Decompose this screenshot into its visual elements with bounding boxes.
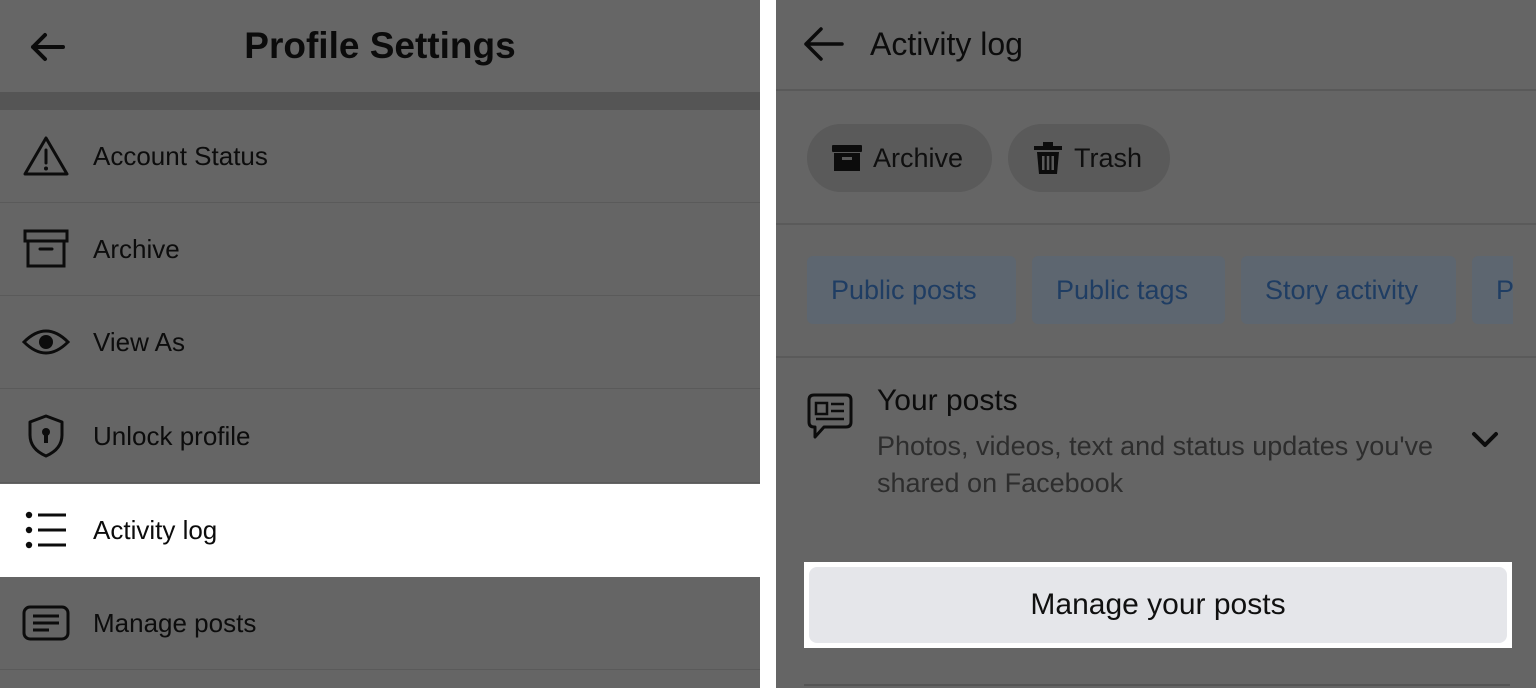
activity-log-header: Activity log: [776, 0, 1536, 91]
menu-item-label: Archive: [93, 234, 180, 264]
chevron-down-icon[interactable]: [1470, 428, 1500, 452]
profile-settings-header: Profile Settings: [0, 0, 760, 92]
divider: [804, 684, 1510, 686]
archive-box-icon: [20, 225, 72, 273]
eye-icon: [20, 318, 72, 366]
menu-item-label: Activity log: [93, 515, 218, 545]
chip-public-posts[interactable]: Public posts: [807, 256, 1016, 324]
page-title: Profile Settings: [244, 25, 516, 66]
menu-item-view-as[interactable]: View As: [0, 296, 760, 389]
activity-log-panel: Activity log Archive Trash Public posts …: [776, 0, 1536, 688]
manage-your-posts-button[interactable]: Manage your posts: [809, 567, 1507, 643]
your-posts-description: Photos, videos, text and status updates …: [877, 431, 1434, 498]
your-posts-title: Your posts: [877, 384, 1018, 417]
chip-story-activity[interactable]: Story activity: [1241, 256, 1456, 324]
message-box-icon: [20, 599, 72, 647]
menu-item-account-status[interactable]: Account Status: [0, 110, 760, 203]
menu-item-label: Manage posts: [93, 608, 257, 638]
page-title: Activity log: [870, 26, 1023, 62]
chip-public-tags[interactable]: Public tags: [1032, 256, 1225, 324]
trash-pill-button[interactable]: Trash: [1008, 124, 1170, 192]
archive-pill-label: Archive: [873, 142, 964, 173]
chip-partial[interactable]: P: [1472, 256, 1513, 324]
back-button[interactable]: [798, 20, 848, 68]
profile-settings-panel: Profile Settings Account Status Archive: [0, 0, 760, 688]
section-separator: [0, 92, 760, 110]
list-icon: [20, 506, 72, 554]
menu-item-activity-log[interactable]: Activity log: [0, 484, 760, 577]
menu-item-label: Account Status: [93, 141, 268, 171]
menu-item-archive[interactable]: Archive: [0, 203, 760, 296]
warning-triangle-icon: [20, 132, 72, 180]
speech-bubble-icon: [807, 393, 853, 439]
trash-pill-label: Trash: [1074, 142, 1143, 173]
archive-pill-button[interactable]: Archive: [807, 124, 992, 192]
menu-item-manage-posts[interactable]: Manage posts: [0, 577, 760, 670]
manage-posts-highlight: Manage your posts: [804, 562, 1512, 648]
menu-item-label: View As: [93, 327, 186, 357]
menu-item-unlock-profile[interactable]: Unlock profile: [0, 390, 760, 483]
filter-chips: Public posts Public tags Story activity …: [807, 256, 1513, 324]
archive-icon: [829, 140, 865, 176]
menu-item-label: Unlock profile: [93, 421, 251, 451]
divider: [776, 223, 1536, 225]
shield-lock-icon: [20, 412, 72, 460]
divider: [776, 356, 1536, 358]
arrow-left-icon: [804, 27, 844, 61]
trash-icon: [1030, 140, 1066, 176]
